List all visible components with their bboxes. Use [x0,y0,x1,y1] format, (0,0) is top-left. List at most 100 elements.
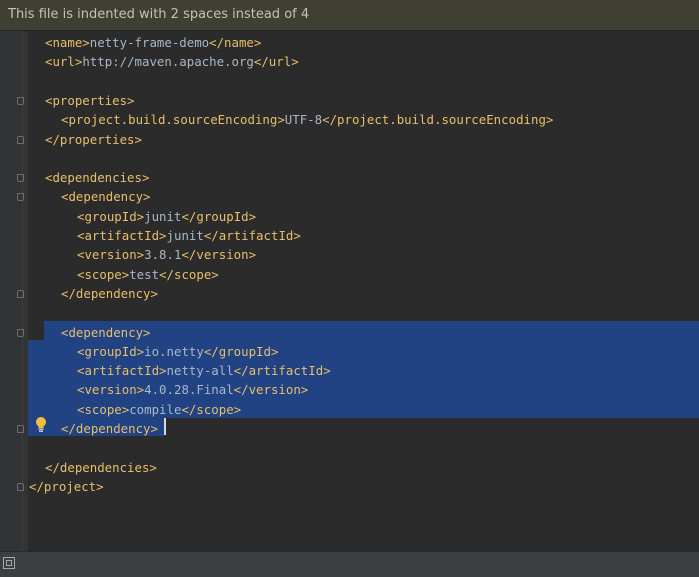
xml-open-tag: <scope> [77,266,130,282]
xml-text-value: junit [144,208,182,224]
code-line-text: </dependency> [61,419,158,438]
code-line[interactable]: </dependency> [0,284,699,303]
code-line[interactable]: <version>3.8.1</version> [0,245,699,264]
code-line[interactable] [0,149,699,168]
xml-close-tag: </artifactId> [203,228,301,243]
code-line[interactable]: </project> [0,477,699,496]
code-line[interactable]: <dependency> [0,323,699,342]
xml-close-tag: </project.build.sourceEncoding> [322,112,554,128]
xml-close-tag: </dependency> [61,421,158,436]
xml-close-tag: </project> [29,478,104,494]
xml-text-value: junit [166,228,204,243]
xml-open-tag: <artifactId> [77,363,167,379]
xml-close-tag: </version> [233,382,309,398]
xml-close-tag: </dependencies> [45,459,157,475]
xml-close-tag: </name> [209,35,262,50]
indent-warning-banner[interactable]: This file is indented with 2 spaces inst… [0,0,699,31]
code-line[interactable]: </dependencies> [0,458,699,477]
code-line[interactable]: <version>4.0.28.Final</version> [0,380,699,399]
xml-open-tag: <url> [45,54,83,70]
xml-close-tag: </url> [253,54,299,70]
fold-marker-icon[interactable] [17,328,24,337]
xml-text-value: 3.8.1 [144,247,182,263]
xml-text-value: compile [129,401,182,417]
code-line[interactable]: <scope>compile</scope> [0,400,699,419]
code-line[interactable]: <artifactId>netty-all</artifactId> [0,361,699,380]
xml-close-tag: </scope> [181,401,242,417]
fold-marker-icon[interactable] [17,96,24,105]
code-line-text: <name>netty-frame-demo</name> [45,33,261,52]
xml-open-tag: <dependency> [61,189,151,205]
code-line-text: <dependency> [61,323,151,342]
xml-close-tag: </groupId> [181,208,257,224]
code-line-text: <version>4.0.28.Final</version> [77,380,308,399]
code-line[interactable]: <dependencies> [0,168,699,187]
fold-marker-icon[interactable] [17,425,24,433]
code-line-text: </properties> [45,130,142,149]
code-line[interactable]: </dependency> [0,419,699,438]
code-line[interactable]: <dependency> [0,187,699,206]
code-line-text: <groupId>junit</groupId> [77,207,256,226]
xml-text-value: UTF-8 [284,112,323,128]
code-line-text: <artifactId>netty-all</artifactId> [77,361,331,380]
code-line[interactable]: </properties> [0,130,699,149]
xml-open-tag: <properties> [45,92,135,108]
xml-text-value: io.netty [144,343,204,359]
xml-text-value: netty-frame-demo [89,35,210,50]
code-line[interactable] [0,72,699,91]
code-editor[interactable]: <name>netty-frame-demo</name> <url>http:/… [0,31,699,551]
xml-open-tag: <project.build.sourceEncoding> [61,112,285,128]
lightbulb-icon[interactable] [35,416,47,433]
code-line[interactable]: <url>http://maven.apache.org</url> [0,52,699,71]
code-line-text: <url>http://maven.apache.org</url> [45,52,299,71]
code-line-text: <version>3.8.1</version> [77,245,256,264]
code-line-text: <groupId>io.netty</groupId> [77,342,278,361]
xml-text-value: test [129,266,160,282]
fold-marker-icon[interactable] [17,289,24,298]
fold-marker-icon[interactable] [17,174,24,183]
fold-marker-icon[interactable] [17,135,24,144]
xml-open-tag: <dependency> [61,324,151,340]
xml-open-tag: <version> [77,247,145,263]
xml-close-tag: </properties> [45,131,142,147]
code-line-text: <scope>test</scope> [77,265,219,284]
code-line-text: <properties> [45,91,135,110]
code-line-text: <project.build.sourceEncoding>UTF-8</pro… [61,110,553,129]
fold-marker-icon[interactable] [17,193,24,202]
code-line-text: <artifactId>junit</artifactId> [77,226,301,245]
code-line-text: </project> [29,477,104,496]
code-line[interactable] [0,303,699,322]
xml-close-tag: </groupId> [203,343,279,359]
xml-open-tag: <scope> [77,401,130,417]
code-line[interactable]: <groupId>junit</groupId> [0,207,699,226]
code-line[interactable] [0,438,699,457]
status-bar [0,551,699,577]
code-line[interactable]: <groupId>io.netty</groupId> [0,342,699,361]
xml-text-value: http://maven.apache.org [82,54,254,70]
code-line-text: </dependencies> [45,458,157,477]
code-line[interactable]: <properties> [0,91,699,110]
xml-close-tag: </scope> [159,266,219,282]
xml-text-value: 4.0.28.Final [144,382,234,398]
xml-open-tag: <groupId> [77,208,145,224]
xml-close-tag: </version> [181,247,257,263]
code-line[interactable]: <scope>test</scope> [0,265,699,284]
xml-open-tag: <version> [77,382,145,398]
code-line-text: <dependencies> [45,168,149,187]
xml-open-tag: <artifactId> [77,228,167,243]
code-line[interactable]: <project.build.sourceEncoding>UTF-8</pro… [0,110,699,129]
xml-open-tag: <groupId> [77,343,145,359]
xml-close-tag: </artifactId> [233,363,331,379]
code-line-text: <dependency> [61,187,151,206]
code-line-text: <scope>compile</scope> [77,400,241,419]
fold-marker-icon[interactable] [17,482,24,491]
banner-message: This file is indented with 2 spaces inst… [8,7,310,22]
xml-open-tag: <dependencies> [45,170,150,186]
code-line[interactable]: <artifactId>junit</artifactId> [0,226,699,245]
code-line[interactable]: <name>netty-frame-demo</name> [0,33,699,52]
xml-text-value: netty-all [166,363,234,379]
tool-window-icon[interactable] [3,557,15,569]
text-caret [164,418,166,435]
xml-open-tag: <name> [45,35,90,50]
code-line-text: </dependency> [61,284,158,303]
